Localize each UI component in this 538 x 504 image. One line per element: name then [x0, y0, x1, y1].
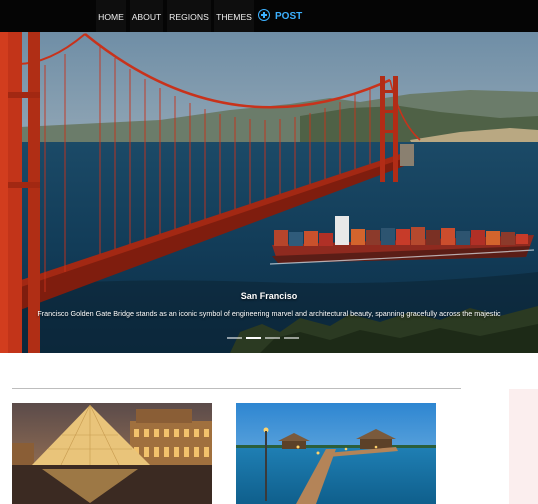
sidebar-panel	[509, 389, 538, 504]
hero-title: San Franciso	[240, 291, 298, 301]
post-label: POST	[275, 11, 303, 22]
nav-themes-link[interactable]: THEMES	[214, 0, 254, 32]
section-divider	[12, 388, 461, 389]
nav-about-link[interactable]: ABOUT	[130, 0, 163, 32]
carousel-indicator[interactable]	[265, 337, 280, 339]
destination-card-pier[interactable]	[236, 403, 436, 504]
top-navbar: HOME ABOUT REGIONS THEMES POST	[0, 0, 538, 32]
carousel-indicator[interactable]	[284, 337, 299, 339]
louvre-pyramid-image	[12, 403, 212, 504]
nav-regions-link[interactable]: REGIONS	[167, 0, 211, 32]
nav-home-link[interactable]: HOME	[96, 0, 126, 32]
carousel-indicator-active[interactable]	[246, 337, 261, 339]
plus-circle-icon	[258, 9, 270, 21]
destination-card-louvre[interactable]	[12, 403, 212, 504]
carousel-indicator[interactable]	[227, 337, 242, 339]
hero-description: Francisco Golden Gate Bridge stands as a…	[37, 309, 501, 318]
golden-gate-bridge-image	[0, 32, 538, 353]
hero-carousel[interactable]: San Franciso Francisco Golden Gate Bridg…	[0, 32, 538, 353]
tropical-pier-image	[236, 403, 436, 504]
post-button[interactable]: POST	[258, 0, 302, 32]
